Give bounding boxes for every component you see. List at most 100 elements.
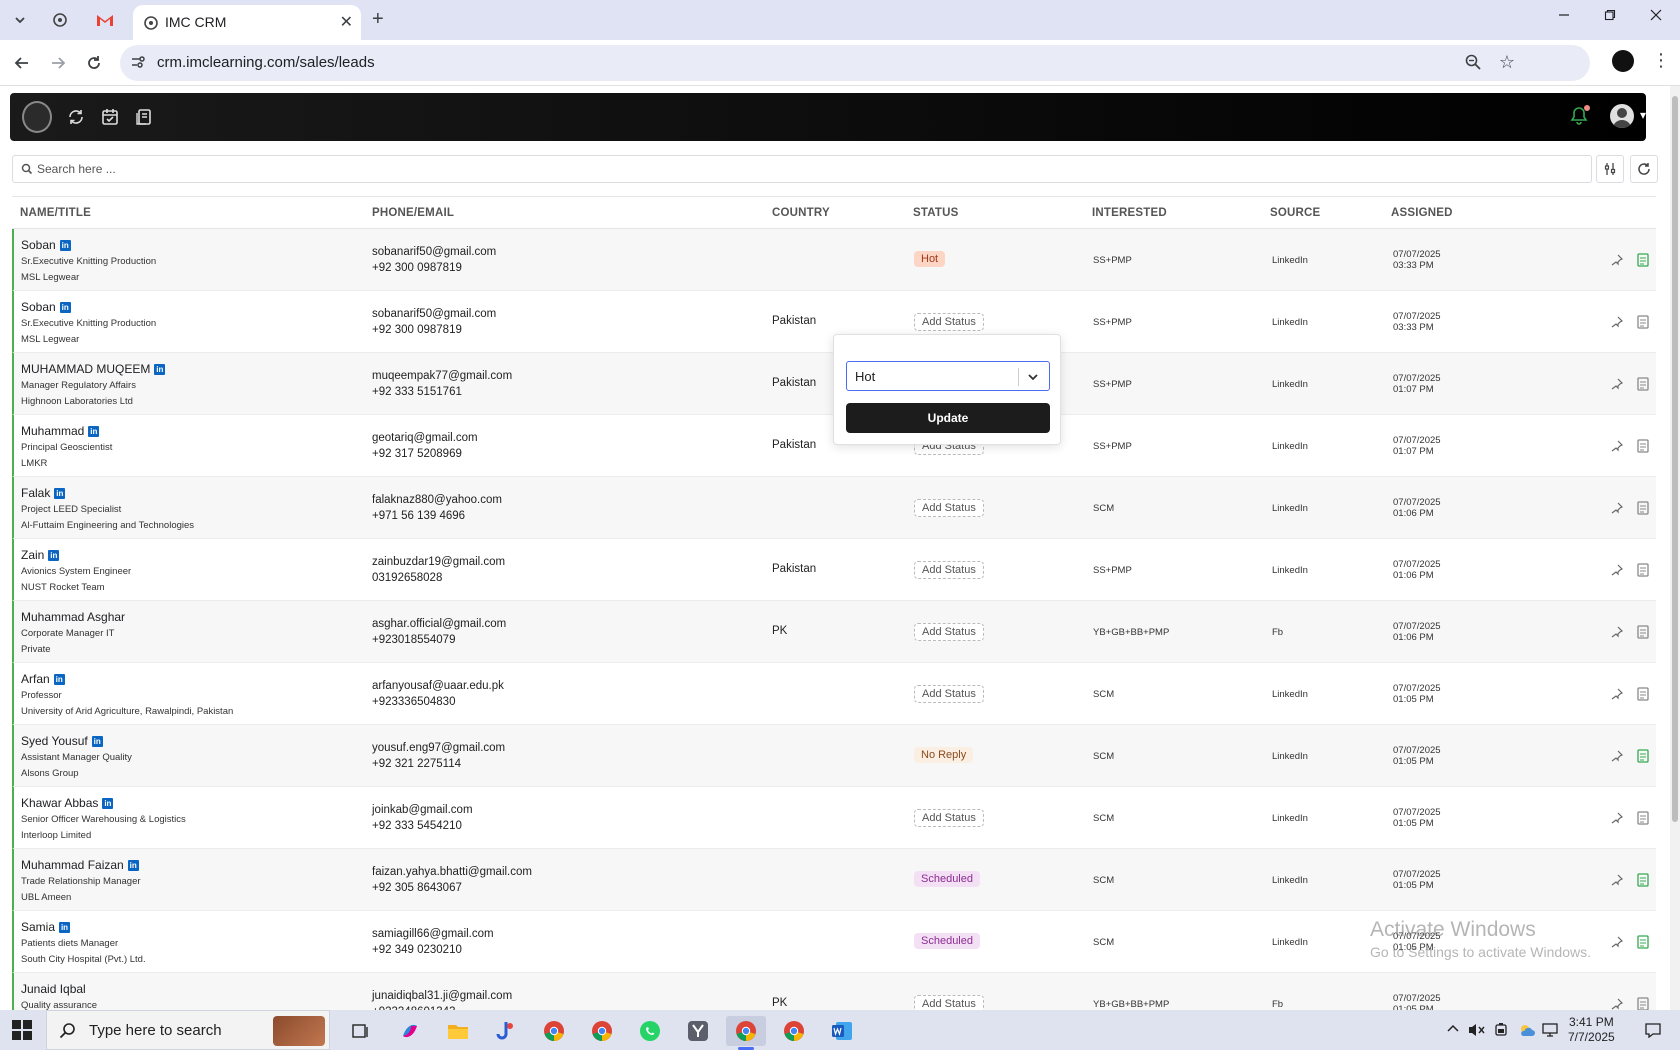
linkedin-icon[interactable]: in [59,921,71,933]
pin-icon[interactable] [1611,812,1623,824]
table-row[interactable]: Arfan in Professor University of Arid Agric… [12,663,1656,725]
reload-icon[interactable] [82,51,106,75]
lead-name[interactable]: Samia [21,920,55,934]
app-y-icon[interactable] [678,1016,718,1046]
new-tab-button[interactable]: + [372,8,384,31]
table-row[interactable]: Muhammad Faizan in Trade Relationship Mana… [12,849,1656,911]
pin-icon[interactable] [1611,936,1623,948]
linkedin-icon[interactable]: in [53,673,65,685]
status-badge[interactable]: Hot [914,251,946,267]
pin-icon[interactable] [1611,440,1623,452]
notes-document-icon[interactable] [1637,749,1649,763]
chrome-active-icon[interactable] [726,1016,766,1050]
pin-icon[interactable] [1611,688,1623,700]
volume-muted-icon[interactable] [1468,1022,1486,1038]
status-badge[interactable]: Add Status [914,995,984,1010]
pin-icon[interactable] [1611,750,1623,762]
table-row[interactable]: Khawar Abbas in Senior Officer Warehousing… [12,787,1656,849]
search-input[interactable] [37,160,1537,178]
lead-name[interactable]: Syed Yousuf [21,734,88,748]
user-avatar[interactable] [1610,104,1634,128]
notifications-icon[interactable] [1644,1022,1662,1038]
pin-icon[interactable] [1611,316,1623,328]
pinned-tab-gmail[interactable] [90,6,120,34]
lead-name[interactable]: Arfan [21,672,50,686]
notes-document-icon[interactable] [1637,501,1649,515]
status-badge[interactable]: Add Status [914,313,984,331]
notes-document-icon[interactable] [1637,625,1649,639]
lead-name[interactable]: Falak [21,486,50,500]
linkedin-icon[interactable]: in [48,549,60,561]
restore-icon[interactable] [1590,8,1630,26]
notes-document-icon[interactable] [1637,377,1649,391]
linkedin-icon[interactable]: in [59,239,71,251]
table-row[interactable]: Soban in Sr.Executive Knitting Production M… [12,229,1656,291]
weather-cloud-icon[interactable] [1518,1022,1536,1038]
lead-name[interactable]: Muhammad Asghar [21,610,125,624]
status-badge[interactable]: Add Status [914,499,984,517]
back-arrow-icon[interactable] [10,51,34,75]
table-row[interactable]: Muhammad Asghar Corporate Manager IT Priva… [12,601,1656,663]
pin-icon[interactable] [1611,626,1623,638]
word-icon[interactable] [822,1016,862,1046]
table-row[interactable]: Junaid Iqbal Quality assurance junaidiqbal… [12,973,1656,1010]
notes-document-icon[interactable] [1637,873,1649,887]
lead-name[interactable]: Soban [21,238,56,252]
lead-name[interactable]: MUHAMMAD MUQEEM [21,362,150,376]
linkedin-icon[interactable]: in [102,797,114,809]
whatsapp-icon[interactable] [630,1016,670,1046]
column-header-name[interactable]: NAME/TITLE [20,207,91,219]
pin-icon[interactable] [1611,378,1623,390]
column-header-source[interactable]: SOURCE [1270,207,1320,219]
pin-icon[interactable] [1611,874,1623,886]
copilot-icon[interactable] [390,1016,430,1046]
pin-icon[interactable] [1611,502,1623,514]
browser-profile-avatar[interactable] [1612,50,1634,72]
tab-imc-crm[interactable]: IMC CRM ✕ [133,5,361,40]
app-hook-icon[interactable] [486,1016,526,1046]
column-header-phone-email[interactable]: PHONE/EMAIL [372,207,454,219]
notes-document-icon[interactable] [1637,811,1649,825]
tab-search-chevron-icon[interactable] [8,8,32,32]
imc-logo[interactable] [22,101,52,133]
table-row[interactable]: Falak in Project LEED Specialist Al-Futtaim… [12,477,1656,539]
column-header-country[interactable]: COUNTRY [772,207,830,219]
table-row[interactable]: Syed Yousuf in Assistant Manager Quality Al… [12,725,1656,787]
status-badge[interactable]: Add Status [914,685,984,703]
browser-menu-icon[interactable]: ⋮ [1652,50,1670,71]
sync-icon[interactable] [66,107,86,127]
notes-document-icon[interactable] [1637,997,1649,1010]
notes-document-icon[interactable] [1637,439,1649,453]
filter-button[interactable] [1596,155,1624,183]
notes-document-icon[interactable] [1637,687,1649,701]
chevron-down-icon[interactable]: ▾ [1640,108,1646,122]
windows-start-icon[interactable] [12,1020,32,1040]
lead-name[interactable]: Khawar Abbas [21,796,98,810]
notes-document-icon[interactable] [1637,935,1649,949]
column-header-assigned[interactable]: ASSIGNED [1391,207,1453,219]
lead-name[interactable]: Zain [21,548,44,562]
forward-arrow-icon[interactable] [46,51,70,75]
column-header-interested[interactable]: INTERESTED [1092,207,1167,219]
linkedin-icon[interactable]: in [59,301,71,313]
chrome-profile-icon[interactable] [582,1016,622,1046]
network-icon[interactable] [1542,1022,1560,1038]
status-badge[interactable]: Add Status [914,623,984,641]
address-bar[interactable]: crm.imclearning.com/sales/leads ☆ [120,45,1590,81]
tray-chevron-up-icon[interactable] [1446,1022,1460,1036]
close-window-icon[interactable] [1636,8,1676,26]
linkedin-icon[interactable]: in [91,735,103,747]
status-badge[interactable]: Scheduled [914,871,980,887]
linkedin-icon[interactable]: in [154,363,166,375]
status-select[interactable]: Hot [846,361,1050,391]
scrollbar-thumb[interactable] [1672,96,1678,822]
notes-document-icon[interactable] [1637,253,1649,267]
notes-document-icon[interactable] [1637,563,1649,577]
zoom-icon[interactable] [1464,53,1482,71]
lead-name[interactable]: Junaid Iqbal [21,982,86,996]
copy-document-icon[interactable] [134,107,154,127]
table-row[interactable]: Zain in Avionics System Engineer NUST Rocke… [12,539,1656,601]
lead-name[interactable]: Muhammad [21,424,84,438]
pin-icon[interactable] [1611,254,1623,266]
chrome-second-icon[interactable] [774,1016,814,1046]
